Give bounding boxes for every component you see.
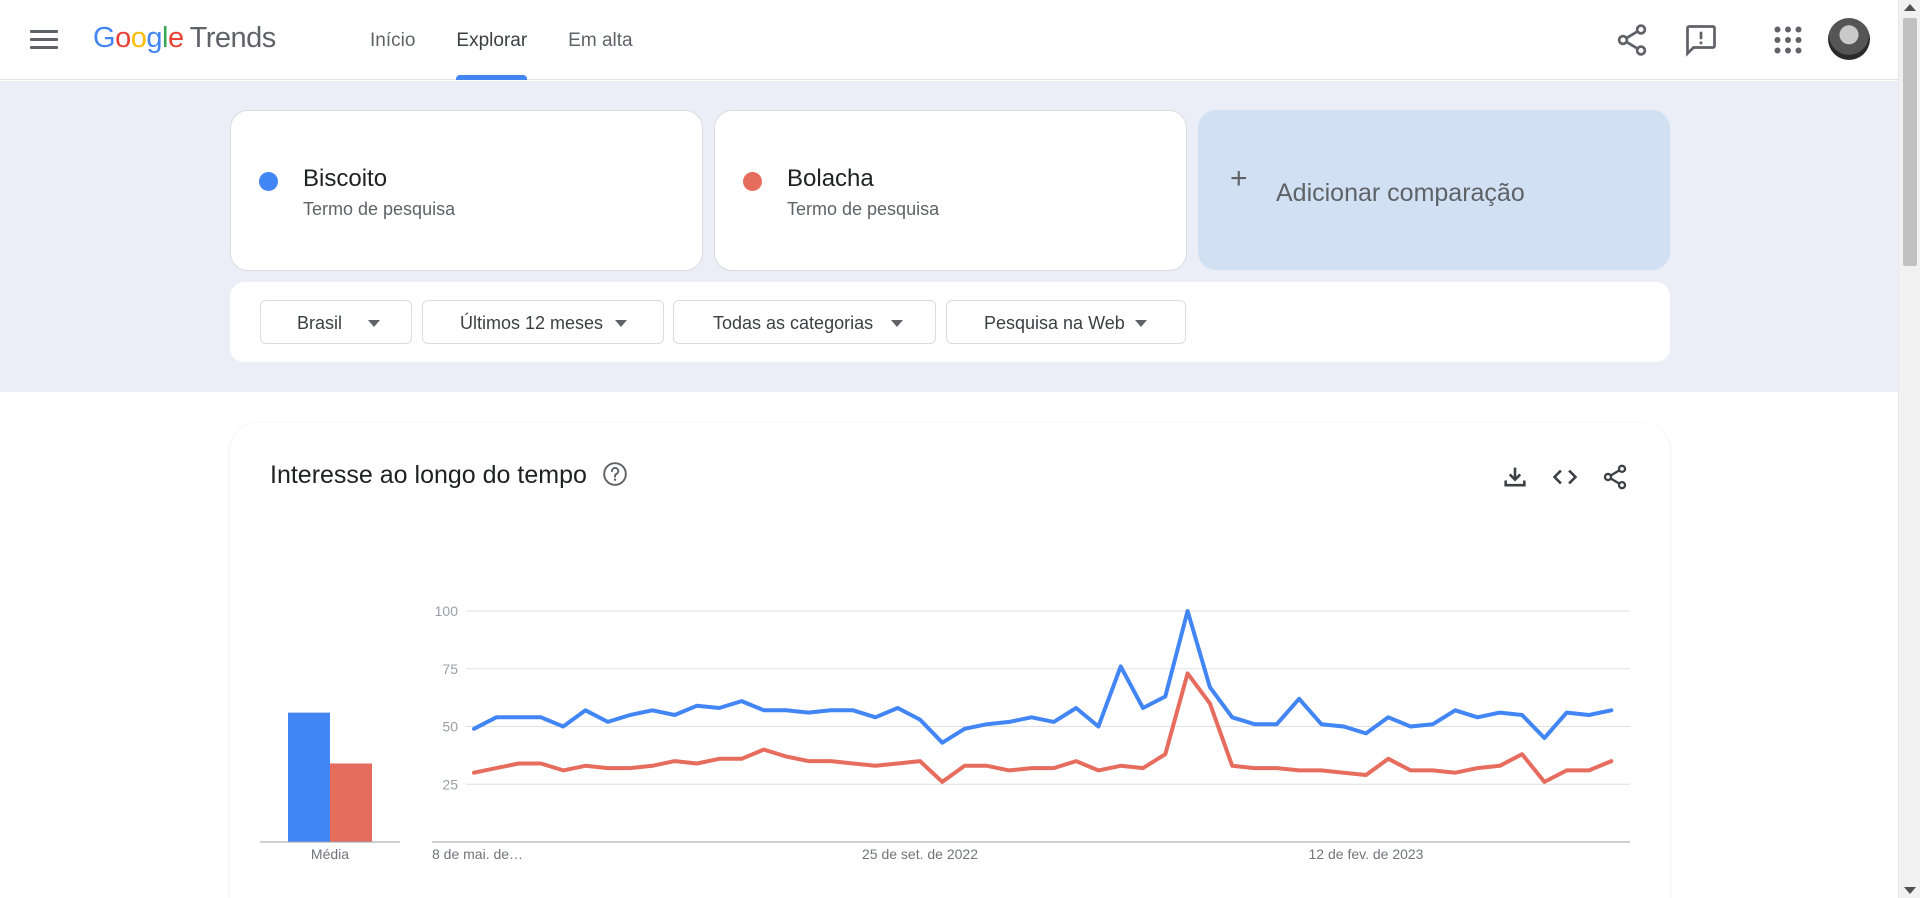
x-tick-label: 8 de mai. de… [432, 846, 523, 862]
scrollbar-thumb[interactable] [1903, 18, 1917, 266]
scroll-down-arrow-icon[interactable] [1904, 887, 1916, 894]
y-tick-label: 25 [442, 776, 458, 792]
y-tick-label: 50 [442, 719, 458, 735]
average-label: Média [311, 846, 349, 862]
series-line-bolacha[interactable] [472, 671, 1614, 784]
page-scrollbar[interactable] [1898, 0, 1920, 898]
x-tick-label: 12 de fev. de 2023 [1309, 846, 1424, 862]
y-tick-label: 75 [442, 661, 458, 677]
y-tick-label: 100 [435, 603, 459, 619]
x-tick-label: 25 de set. de 2022 [862, 846, 978, 862]
average-bar-chart: Média [260, 712, 400, 862]
chart-lines [472, 609, 1614, 784]
average-bar-biscoito[interactable] [288, 712, 330, 842]
average-bar-bolacha[interactable] [330, 763, 372, 842]
series-line-biscoito[interactable] [472, 609, 1614, 745]
scroll-up-arrow-icon[interactable] [1904, 4, 1916, 11]
interest-chart: Média 25 50 75 100 8 de mai. de… 25 de set. … [260, 603, 1630, 862]
x-axis-labels: 8 de mai. de… 25 de set. de 2022 12 de fev… [432, 846, 1424, 862]
